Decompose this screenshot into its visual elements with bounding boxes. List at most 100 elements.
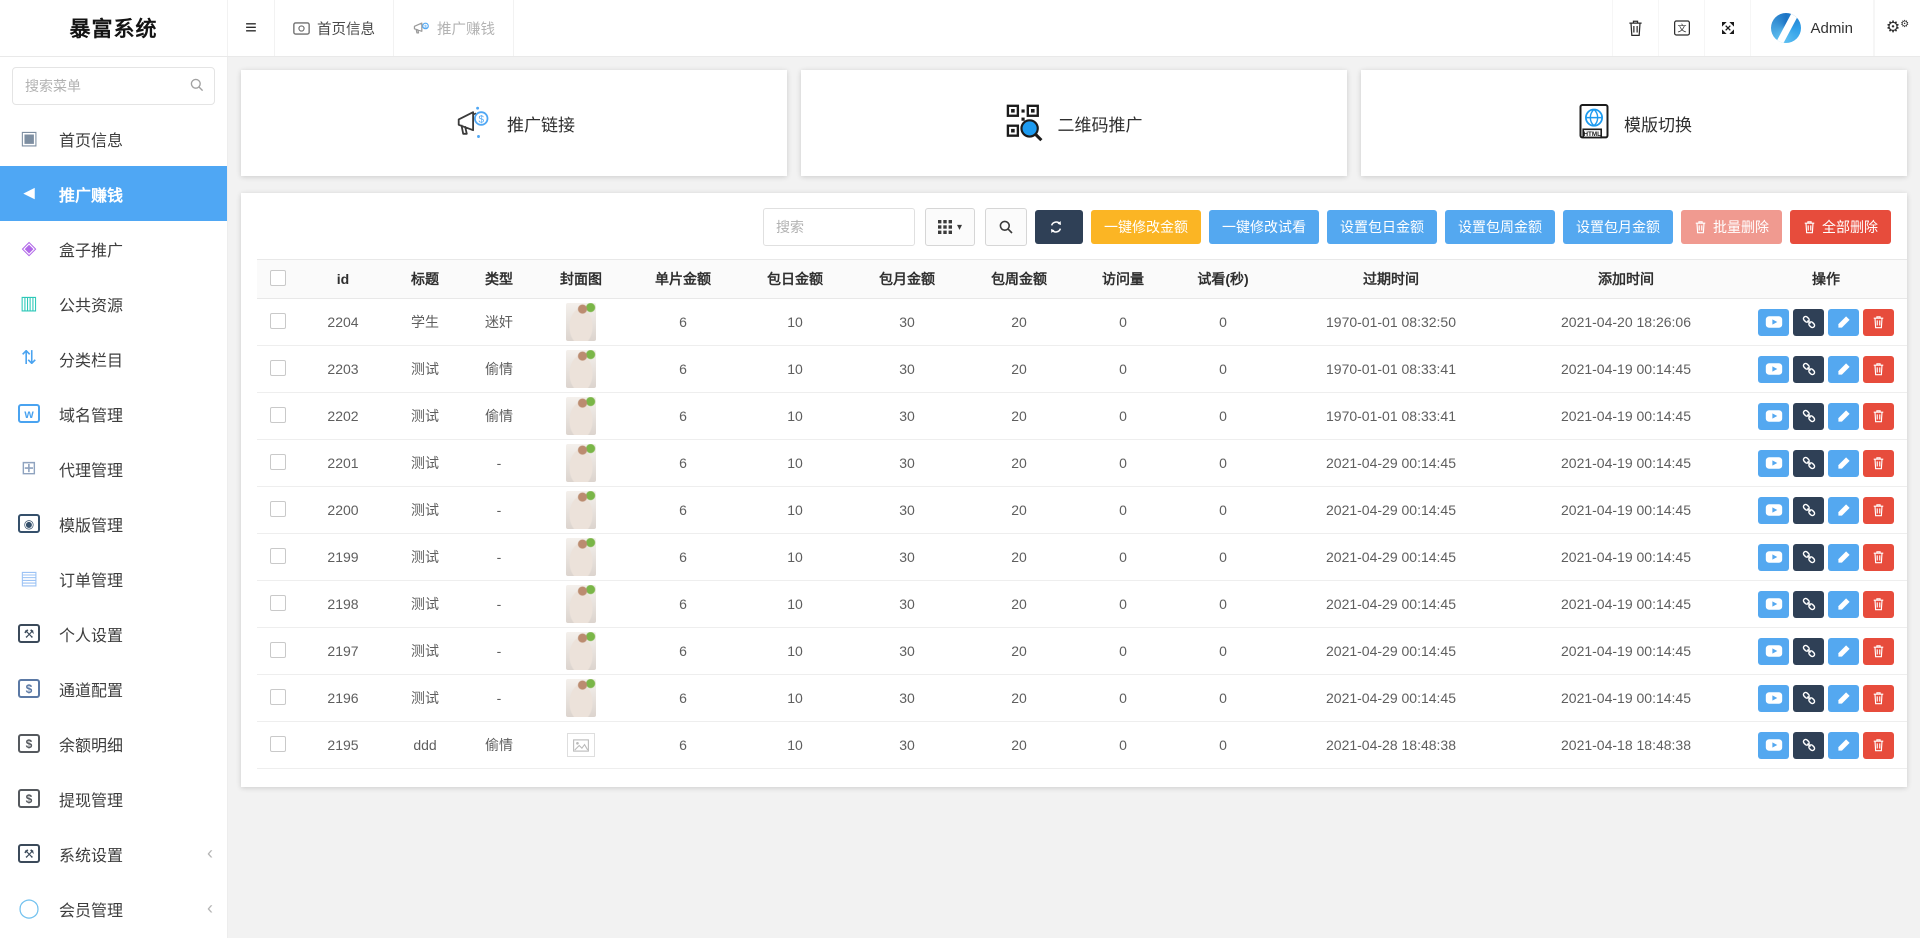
batch-delete-button[interactable]: 批量删除 bbox=[1681, 210, 1782, 244]
template-switch-card[interactable]: HTML 模版切换 bbox=[1361, 70, 1907, 176]
video-button[interactable] bbox=[1758, 685, 1789, 712]
delete-button[interactable] bbox=[1863, 544, 1894, 571]
user-menu[interactable]: Admin bbox=[1750, 0, 1874, 56]
video-button[interactable] bbox=[1758, 544, 1789, 571]
refresh-button[interactable] bbox=[1035, 210, 1083, 244]
sidebar-item[interactable]: w 域名管理 bbox=[0, 386, 227, 441]
sidebar-item[interactable]: ▤ 订单管理 bbox=[0, 551, 227, 606]
link-button[interactable] bbox=[1793, 685, 1824, 712]
video-icon bbox=[1765, 362, 1783, 376]
batch-edit-preview-button[interactable]: 一键修改试看 bbox=[1209, 210, 1319, 244]
clear-cache-button[interactable] bbox=[1612, 0, 1658, 56]
settings-button[interactable]: ⚙⚙ bbox=[1874, 0, 1920, 56]
sidebar-item[interactable]: ◄ 推广赚钱 bbox=[0, 166, 227, 221]
row-checkbox[interactable] bbox=[270, 313, 286, 329]
video-button[interactable] bbox=[1758, 497, 1789, 524]
edit-button[interactable] bbox=[1828, 732, 1859, 759]
sidebar-item-label: 提现管理 bbox=[59, 787, 123, 811]
set-week-price-button[interactable]: 设置包周金额 bbox=[1445, 210, 1555, 244]
link-button[interactable] bbox=[1793, 544, 1824, 571]
link-button[interactable] bbox=[1793, 450, 1824, 477]
delete-button[interactable] bbox=[1863, 732, 1894, 759]
row-checkbox[interactable] bbox=[270, 595, 286, 611]
row-checkbox[interactable] bbox=[270, 736, 286, 752]
link-button[interactable] bbox=[1793, 356, 1824, 383]
delete-button[interactable] bbox=[1863, 685, 1894, 712]
table-search-input[interactable] bbox=[763, 208, 915, 246]
delete-button[interactable] bbox=[1863, 403, 1894, 430]
sidebar-item[interactable]: ◉ 模版管理 bbox=[0, 496, 227, 551]
select-all-checkbox[interactable] bbox=[270, 270, 286, 286]
menu-search-input[interactable] bbox=[12, 67, 215, 105]
cell-price-single: 6 bbox=[627, 534, 739, 581]
cell-type: 迷奸 bbox=[463, 299, 535, 346]
sidebar-item[interactable]: $ 通道配置 bbox=[0, 661, 227, 716]
hamburger-menu-button[interactable]: ≡ bbox=[228, 0, 274, 56]
batch-edit-price-button[interactable]: 一键修改金额 bbox=[1091, 210, 1201, 244]
sidebar-item[interactable]: ⚒ 个人设置 bbox=[0, 606, 227, 661]
promo-link-card[interactable]: $ 推广链接 bbox=[241, 70, 787, 176]
row-checkbox[interactable] bbox=[270, 454, 286, 470]
delete-button[interactable] bbox=[1863, 309, 1894, 336]
sidebar-item[interactable]: ▣ 首页信息 bbox=[0, 111, 227, 166]
delete-button[interactable] bbox=[1863, 638, 1894, 665]
video-button[interactable] bbox=[1758, 638, 1789, 665]
edit-button[interactable] bbox=[1828, 309, 1859, 336]
tab-promo-earn[interactable]: $ 推广赚钱 bbox=[394, 0, 514, 56]
video-button[interactable] bbox=[1758, 356, 1789, 383]
edit-button[interactable] bbox=[1828, 591, 1859, 618]
sidebar-item[interactable]: ▥ 公共资源 bbox=[0, 276, 227, 331]
fullscreen-button[interactable] bbox=[1704, 0, 1750, 56]
delete-button[interactable] bbox=[1863, 591, 1894, 618]
video-button[interactable] bbox=[1758, 450, 1789, 477]
edit-button[interactable] bbox=[1828, 544, 1859, 571]
video-button[interactable] bbox=[1758, 591, 1789, 618]
cell-id: 2197 bbox=[299, 628, 387, 675]
column-header: 包月金额 bbox=[851, 260, 963, 299]
svg-text:HTML: HTML bbox=[1583, 131, 1601, 138]
delete-button[interactable] bbox=[1863, 497, 1894, 524]
search-submit-button[interactable] bbox=[985, 208, 1027, 246]
sidebar-item[interactable]: ◈ 盒子推广 bbox=[0, 221, 227, 276]
delete-button[interactable] bbox=[1863, 356, 1894, 383]
sidebar-item[interactable]: ◯ 会员管理 ‹ bbox=[0, 881, 227, 936]
fullscreen-icon bbox=[1720, 20, 1736, 36]
edit-button[interactable] bbox=[1828, 403, 1859, 430]
row-checkbox[interactable] bbox=[270, 548, 286, 564]
row-checkbox[interactable] bbox=[270, 689, 286, 705]
sidebar-item[interactable]: ⚒ 系统设置 ‹ bbox=[0, 826, 227, 881]
row-checkbox[interactable] bbox=[270, 501, 286, 517]
column-header: 标题 bbox=[387, 260, 463, 299]
edit-button[interactable] bbox=[1828, 638, 1859, 665]
columns-toggle-button[interactable]: ▾ bbox=[925, 208, 975, 246]
row-checkbox[interactable] bbox=[270, 407, 286, 423]
delete-button[interactable] bbox=[1863, 450, 1894, 477]
edit-button[interactable] bbox=[1828, 450, 1859, 477]
sidebar-item[interactable]: $ 提现管理 bbox=[0, 771, 227, 826]
video-button[interactable] bbox=[1758, 309, 1789, 336]
edit-button[interactable] bbox=[1828, 356, 1859, 383]
link-button[interactable] bbox=[1793, 497, 1824, 524]
qrcode-promote-card[interactable]: 二维码推广 bbox=[801, 70, 1347, 176]
link-button[interactable] bbox=[1793, 403, 1824, 430]
balance-icon: $ bbox=[18, 734, 40, 753]
video-button[interactable] bbox=[1758, 403, 1789, 430]
tab-home-info[interactable]: 首页信息 bbox=[274, 0, 394, 56]
set-day-price-button[interactable]: 设置包日金额 bbox=[1327, 210, 1437, 244]
video-button[interactable] bbox=[1758, 732, 1789, 759]
set-month-price-button[interactable]: 设置包月金额 bbox=[1563, 210, 1673, 244]
sidebar-item[interactable]: ⇅ 分类栏目 bbox=[0, 331, 227, 386]
edit-button[interactable] bbox=[1828, 685, 1859, 712]
sidebar-item[interactable]: ⊞ 代理管理 bbox=[0, 441, 227, 496]
grid-icon bbox=[938, 220, 952, 234]
edit-button[interactable] bbox=[1828, 497, 1859, 524]
link-button[interactable] bbox=[1793, 591, 1824, 618]
sidebar-item[interactable]: $ 余额明细 bbox=[0, 716, 227, 771]
delete-all-button[interactable]: 全部删除 bbox=[1790, 210, 1891, 244]
link-button[interactable] bbox=[1793, 638, 1824, 665]
row-checkbox[interactable] bbox=[270, 360, 286, 376]
link-button[interactable] bbox=[1793, 309, 1824, 336]
link-button[interactable] bbox=[1793, 732, 1824, 759]
row-checkbox[interactable] bbox=[270, 642, 286, 658]
translate-button[interactable]: 文 bbox=[1658, 0, 1704, 56]
